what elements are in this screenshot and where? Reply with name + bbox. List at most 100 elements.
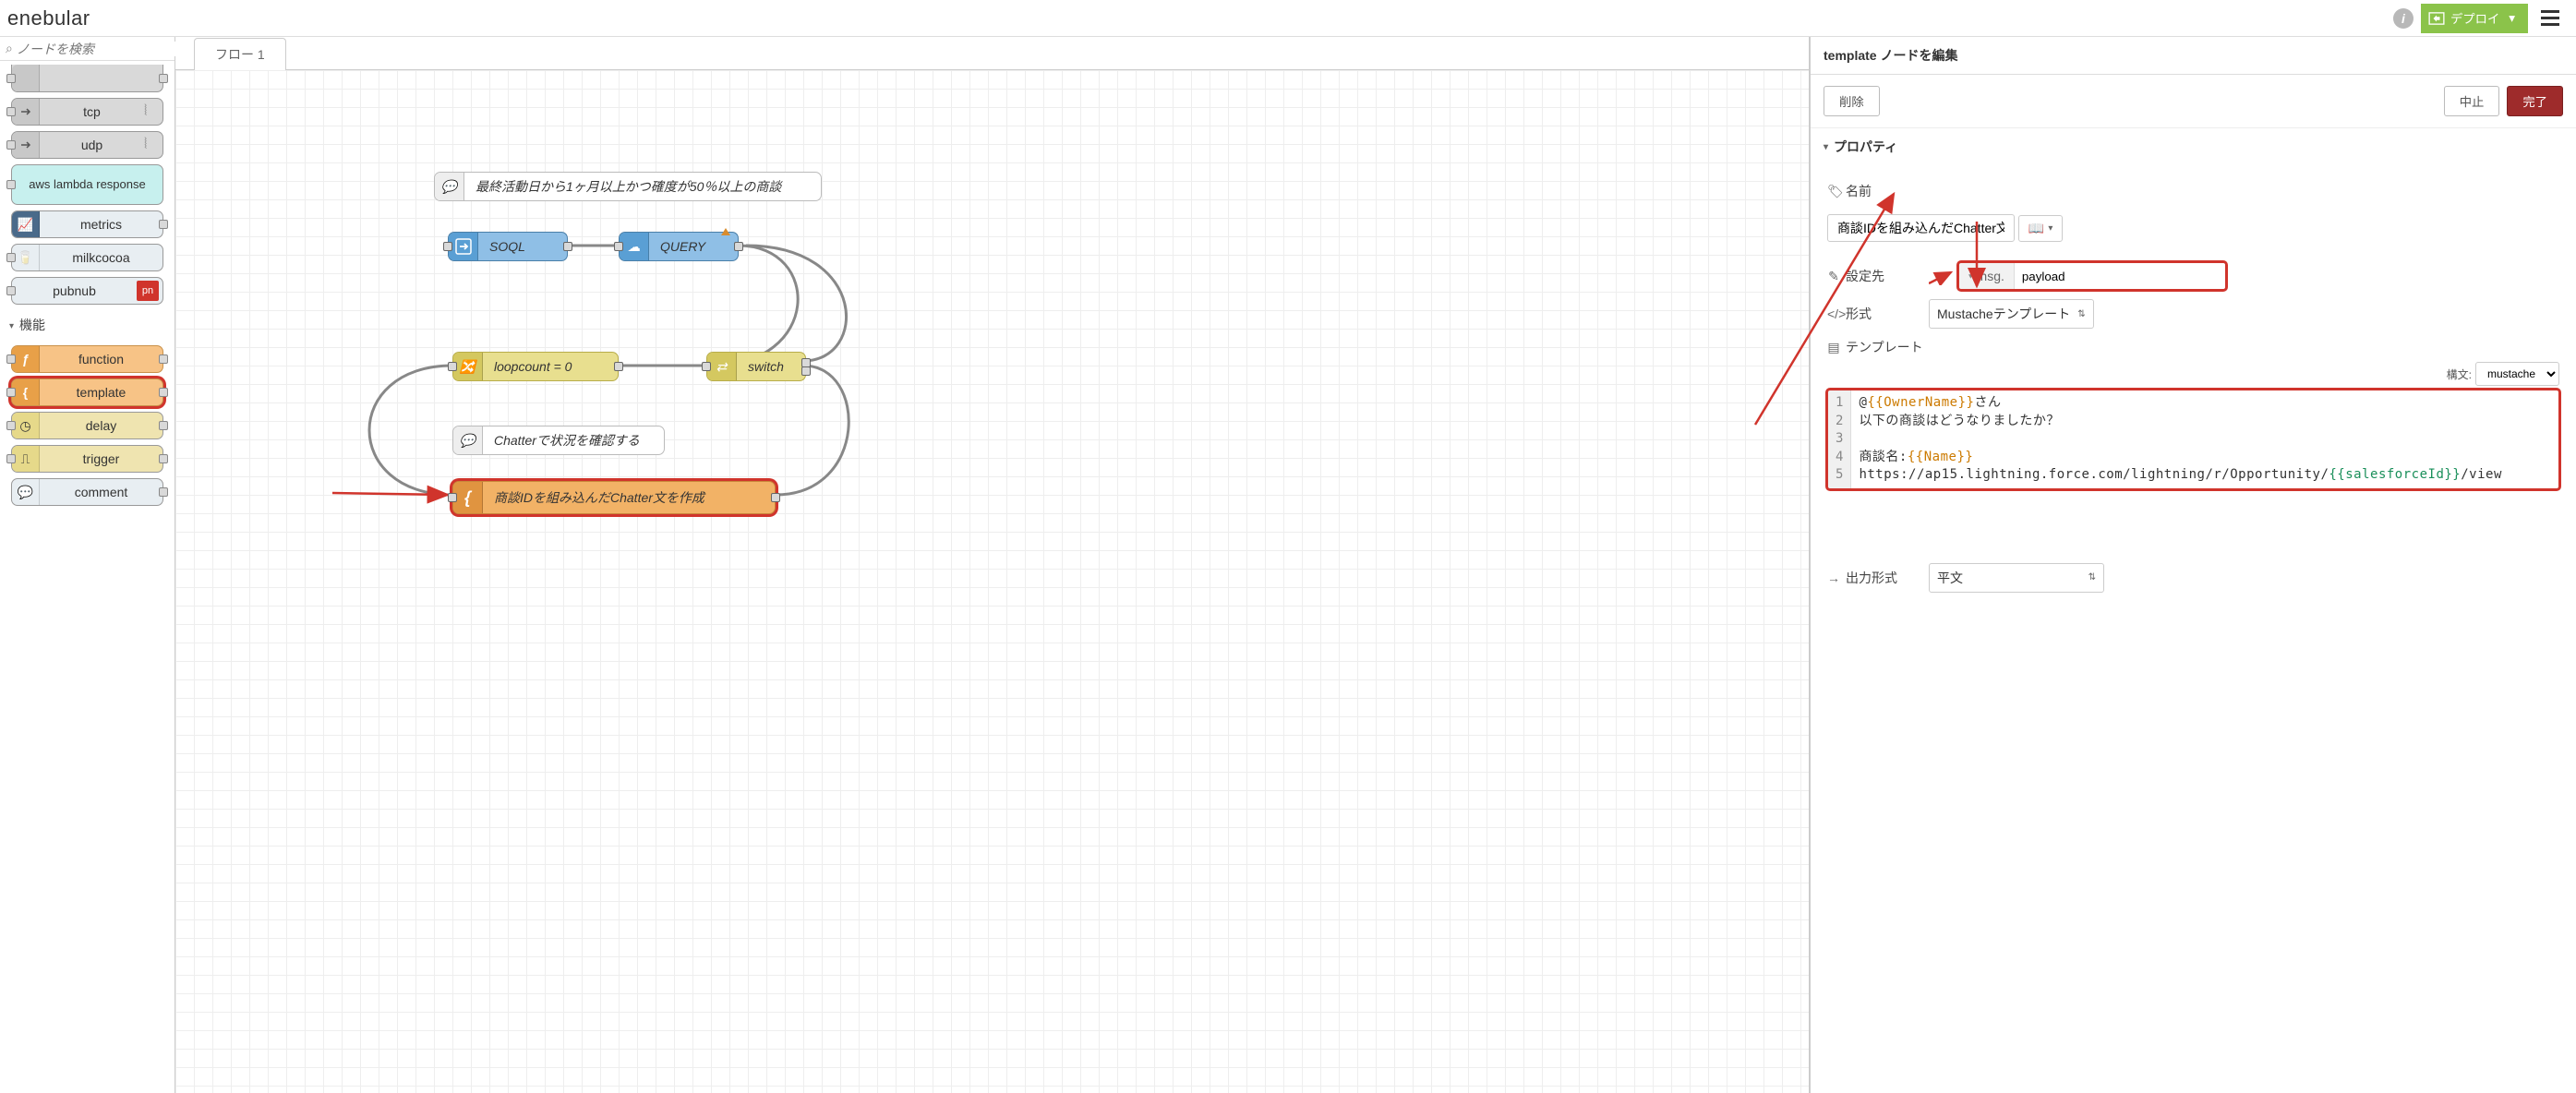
canvas-comment-1[interactable]: 💬 最終活動日から1ヶ月以上かつ確度が50％以上の商談 [434, 172, 822, 201]
search-icon: ⌕ [6, 41, 13, 56]
select-value: 平文 [1937, 569, 1963, 587]
node-label: aws lambda response [12, 178, 163, 191]
editor-code[interactable]: @{{OwnerName}}さん 以下の商談はどうなりましたか？ 商談名:{{N… [1851, 390, 2558, 488]
palette-node-metrics[interactable]: 📈 metrics [11, 210, 163, 238]
label-output: →出力形式 [1827, 569, 1929, 587]
menu-button[interactable] [2532, 0, 2569, 37]
canvas-node-loopcount[interactable]: 🔀 loopcount = 0 [452, 352, 619, 381]
arrow-annotation [1929, 267, 1955, 285]
arrow-icon [12, 132, 40, 158]
palette-node-milkcocoa[interactable]: 🥛 milkcocoa [11, 244, 163, 271]
node-label: switch [737, 359, 795, 374]
palette-node-pubnub[interactable]: pubnub pn [11, 277, 163, 305]
palette-node-tcp[interactable]: tcp ⦚ [11, 98, 163, 126]
dest-value-input[interactable] [2015, 263, 2225, 289]
clock-icon: ◷ [12, 413, 40, 438]
dest-type[interactable]: msg. [1959, 263, 2015, 289]
cocoa-icon: 🥛 [12, 245, 40, 270]
arrow-box-icon [449, 233, 478, 260]
edit-icon: ✎ [1827, 269, 1840, 284]
section-properties[interactable]: プロパティ [1811, 128, 2576, 165]
delete-button[interactable]: 削除 [1824, 86, 1880, 116]
search-input[interactable] [17, 42, 185, 56]
palette-node-function[interactable]: ƒ function [11, 345, 163, 373]
code-icon: </> [1827, 306, 1840, 321]
book-icon: 📖 [2028, 221, 2044, 236]
label-name: 🏷名前 [1827, 182, 1929, 200]
editor-gutter: 12345 [1828, 390, 1851, 488]
node-label: trigger [40, 451, 163, 466]
node-label: template [40, 385, 163, 400]
chevron-down-icon: ▾ [2048, 223, 2052, 234]
syntax-label: 構文: [2447, 366, 2472, 382]
sidebar-title: template ノードを編集 [1811, 37, 2576, 75]
name-input[interactable] [1827, 214, 2015, 242]
node-label: QUERY [649, 239, 716, 254]
output-select[interactable]: 平文⇅ [1929, 563, 2104, 593]
node-label: comment [40, 485, 163, 499]
cloud-icon: ☁ [620, 233, 649, 260]
comment-icon: 💬 [12, 479, 40, 505]
flow-canvas[interactable]: 💬 最終活動日から1ヶ月以上かつ確度が50％以上の商談 SOQL ☁ QUERY [175, 70, 1809, 1093]
label-format: </>形式 [1827, 305, 1929, 323]
palette-node-udp[interactable]: udp ⦚ [11, 131, 163, 159]
deploy-button[interactable]: デプロイ ▾ [2421, 4, 2528, 33]
node-label: function [40, 352, 163, 366]
brace-icon: { [12, 379, 40, 405]
node-label: pubnub [12, 283, 137, 298]
tag-icon: 🏷 [1827, 184, 1840, 199]
comment-icon: 💬 [435, 173, 464, 200]
chevron-down-icon: ⇅ [2077, 309, 2085, 319]
label-template: ▤テンプレート [1827, 338, 1929, 356]
category-functions[interactable]: 機能 [0, 310, 175, 340]
node-label: 最終活動日から1ヶ月以上かつ確度が50％以上の商談 [464, 177, 792, 196]
node-label: delay [40, 418, 163, 433]
node-label: 商談IDを組み込んだChatter文を作成 [483, 488, 716, 507]
fx-icon: ƒ [12, 346, 40, 372]
chevron-down-icon: ▾ [2509, 11, 2515, 26]
palette-node-template[interactable]: { template [11, 378, 163, 406]
canvas-node-template[interactable]: { 商談IDを組み込んだChatter文を作成 [452, 481, 776, 514]
pulse-icon: ⎍ [12, 446, 40, 472]
node-label: metrics [40, 217, 163, 232]
template-editor[interactable]: 12345 @{{OwnerName}}さん 以下の商談はどうなりましたか？ 商… [1827, 390, 2559, 489]
doc-button[interactable]: 📖 ▾ [2018, 215, 2063, 242]
deploy-icon [2428, 12, 2445, 25]
pubnub-icon: pn [137, 281, 159, 301]
cancel-button[interactable]: 中止 [2444, 86, 2500, 116]
edit-sidebar: template ノードを編集 削除 中止 完了 プロパティ 🏷名前 📖 ▾ ✎… [1810, 37, 2576, 1093]
done-button[interactable]: 完了 [2507, 86, 2563, 116]
label-dest: ✎設定先 [1827, 267, 1929, 285]
deploy-label: デプロイ [2450, 9, 2499, 27]
canvas-comment-2[interactable]: 💬 Chatterで状況を確認する [452, 426, 665, 455]
palette-node-delay[interactable]: ◷ delay [11, 412, 163, 439]
canvas-node-soql[interactable]: SOQL [448, 232, 568, 261]
chart-icon: 📈 [12, 211, 40, 237]
dest-input[interactable]: msg. [1958, 262, 2226, 290]
palette-search[interactable]: ⌕ [0, 37, 175, 61]
canvas-node-switch[interactable]: ⇄ switch [706, 352, 806, 381]
select-value: Mustacheテンプレート [1937, 305, 2070, 323]
arrow-right-icon: → [1827, 571, 1840, 585]
palette: ⌕ tcp ⦚ udp ⦚ aws la [0, 37, 175, 1093]
format-select[interactable]: Mustacheテンプレート ⇅ [1929, 299, 2094, 329]
comment-icon: 💬 [453, 426, 483, 454]
node-label: SOQL [478, 239, 536, 254]
node-label: Chatterで状況を確認する [483, 431, 651, 450]
palette-node-trigger[interactable]: ⎍ trigger [11, 445, 163, 473]
app-header: enebular i デプロイ ▾ [0, 0, 2576, 37]
flow-tabs: フロー 1 [175, 37, 1809, 70]
palette-node-comment[interactable]: 💬 comment [11, 478, 163, 506]
palette-node-aws-lambda[interactable]: aws lambda response [11, 164, 163, 205]
canvas-node-query[interactable]: ☁ QUERY [619, 232, 739, 261]
workspace: フロー 1 💬 最終活動日から1ヶ月以上かつ確度が50％以上の商談 [175, 37, 1810, 1093]
palette-node-partial[interactable] [11, 65, 163, 92]
switch-icon: ⇄ [707, 353, 737, 380]
tab-flow-1[interactable]: フロー 1 [194, 38, 286, 70]
syntax-select[interactable]: mustache [2475, 362, 2559, 386]
template-icon: ▤ [1827, 340, 1840, 355]
node-label: udp [40, 138, 144, 152]
logo: enebular [7, 6, 90, 30]
info-icon[interactable]: i [2393, 8, 2413, 29]
shuffle-icon: 🔀 [453, 353, 483, 380]
